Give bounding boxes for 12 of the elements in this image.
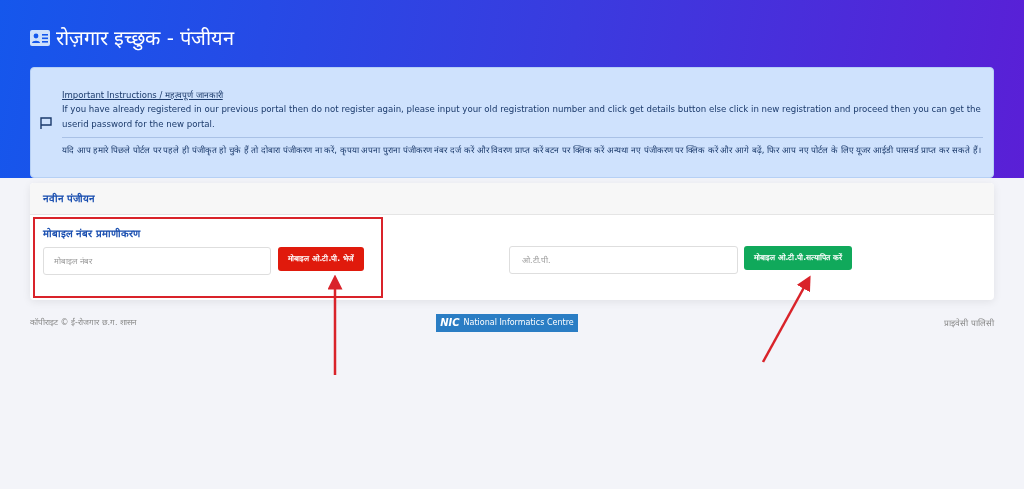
copyright-text: कॉपीराइट © ई-रोजगार छ.ग. शासन <box>30 317 137 329</box>
notice-english-text: If you have already registered in our previous portal then do not register again, please input your old registration number and click get details button else click in new registration and proceed then you can get the userid password for the new portal. <box>62 102 982 131</box>
otp-field[interactable]: ओ.टी.पी. <box>509 246 738 274</box>
nic-logo: NIC National Informatics Centre <box>436 314 578 332</box>
privacy-policy-link[interactable]: प्राइवेसी पालिसी <box>944 316 994 330</box>
section-title: मोबाइल नंबर प्रमाणीकरण <box>43 226 142 241</box>
flag-icon <box>39 115 53 130</box>
mobile-number-field[interactable]: मोबाइल नंबर <box>43 247 271 275</box>
notice-hindi-text: यदि आप हमारे पिछले पोर्टल पर पहले ही पंजीकृत हो चुके हैं तो दोबारा पंजीकरण ना करें, कृपया अपना पुराना पंजीकरण नंबर दर्ज करें और विवरण प्राप्त करें बटन पर क्लिक करें अन्यथा नए पंजीकरण पर क्लिक करें और आगे बढ़ें, फिर आप नए पोर्टल के लिए यूजर आईडी पासवर्ड प्राप्त कर सकते हैं। <box>62 143 982 158</box>
id-card-icon <box>30 30 50 46</box>
card-header: नवीन पंजीयन <box>43 192 96 206</box>
notice-heading: Important Instructions / महत्वपूर्ण जानकारी <box>62 88 224 102</box>
